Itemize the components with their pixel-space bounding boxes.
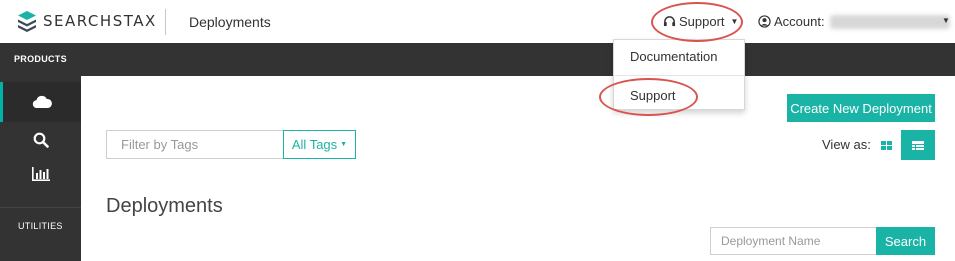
grid-view-button[interactable] bbox=[872, 131, 900, 159]
products-section-label: PRODUCTS bbox=[14, 54, 67, 64]
dropdown-item-documentation[interactable]: Documentation bbox=[630, 49, 717, 64]
chevron-down-icon: ▼ bbox=[340, 141, 348, 148]
search-icon bbox=[33, 132, 49, 148]
sidebar-item-analytics[interactable] bbox=[0, 154, 81, 194]
view-as-label: View as: bbox=[822, 137, 871, 152]
logo-text: SEARCHSTAX bbox=[43, 12, 157, 30]
page-title: Deployments bbox=[189, 14, 271, 30]
sidebar bbox=[0, 76, 81, 261]
create-new-deployment-button[interactable]: Create New Deployment bbox=[787, 94, 935, 122]
dropdown-divider bbox=[614, 75, 744, 76]
deployment-name-input[interactable] bbox=[710, 227, 876, 255]
user-circle-icon bbox=[758, 15, 771, 28]
logo-mark-icon bbox=[18, 11, 36, 32]
sidebar-item-deployments[interactable] bbox=[0, 82, 81, 122]
grid-view-icon bbox=[880, 140, 892, 150]
products-bar bbox=[0, 43, 955, 76]
chevron-down-icon[interactable]: ▼ bbox=[942, 16, 950, 25]
list-view-icon bbox=[912, 140, 924, 150]
top-header: SEARCHSTAX Deployments Support ▼ Account… bbox=[0, 0, 955, 43]
all-tags-label: All Tags bbox=[291, 137, 338, 152]
deployments-heading: Deployments bbox=[106, 195, 223, 217]
list-view-button[interactable] bbox=[901, 130, 935, 160]
cloud-icon bbox=[32, 95, 52, 108]
searchstax-logo[interactable]: SEARCHSTAX bbox=[17, 10, 157, 32]
account-name-redacted bbox=[829, 14, 950, 29]
search-button[interactable]: Search bbox=[876, 227, 935, 255]
header-divider bbox=[165, 9, 166, 35]
utilities-section-label: UTILITIES bbox=[18, 221, 63, 231]
sidebar-divider bbox=[0, 207, 81, 208]
bar-chart-icon bbox=[31, 167, 50, 181]
all-tags-dropdown[interactable]: All Tags ▼ bbox=[283, 130, 356, 159]
account-menu-toggle[interactable]: Account: bbox=[758, 14, 950, 29]
filter-by-tags-input[interactable] bbox=[106, 130, 283, 159]
annotation-circle-support-menu bbox=[651, 2, 743, 42]
annotation-circle-support-item bbox=[599, 78, 698, 116]
account-label: Account: bbox=[774, 14, 825, 29]
